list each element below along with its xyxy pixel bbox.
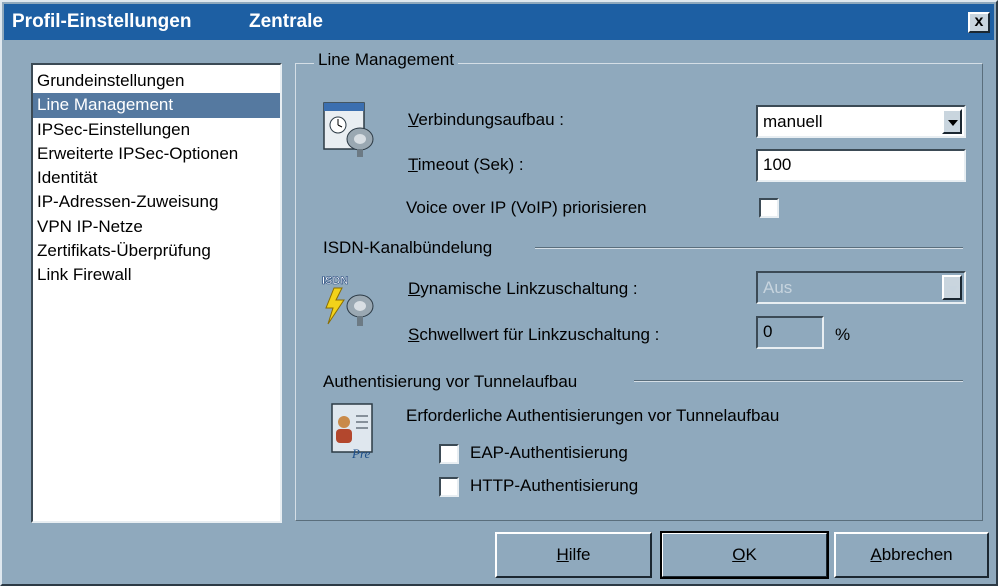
nav-item-line-management[interactable]: Line Management [33,93,280,118]
isdn-icon-text: ISDN [322,275,348,287]
auth-description: Erforderliche Authentisierungen vor Tunn… [406,406,780,425]
nav-item-ipsec-einstellungen[interactable]: IPSec-Einstellungen [33,118,280,142]
voip-checkbox[interactable] [759,198,779,218]
cancel-button[interactable]: Abbrechen [834,532,989,578]
nav-item-vpn-ip-netze[interactable]: VPN IP-Netze [33,215,280,239]
nav-item-erweiterte-ipsec-optionen[interactable]: Erweiterte IPSec-Optionen [33,142,280,166]
connection-settings-icon [320,99,380,159]
dynamic-link-select[interactable]: Aus [756,271,966,304]
threshold-unit: % [835,325,851,344]
chevron-down-icon[interactable] [942,275,962,300]
dialog-title: Profil-Einstellungen [12,11,192,32]
nav-item-grundeinstellungen[interactable]: Grundeinstellungen [33,69,280,93]
isdn-section-title: ISDN-Kanalbündelung [323,238,493,257]
line-management-title: Line Management [314,50,459,70]
settings-category-list[interactable]: Grundeinstellungen Line Management IPSec… [31,63,282,523]
timeout-label: Timeout (Sek) : [408,155,524,174]
isdn-separator [535,247,963,249]
connection-label: Verbindungsaufbau : [408,110,564,129]
dynamic-link-value: Aus [763,278,793,297]
http-auth-label: HTTP-Authentisierung [470,476,639,495]
eap-auth-checkbox[interactable] [439,444,459,464]
dynamic-link-label: Dynamische Linkzuschaltung : [408,279,638,298]
nav-item-ip-adressen-zuweisung[interactable]: IP-Adressen-Zuweisung [33,190,280,214]
pre-auth-icon: Pre [324,402,384,462]
isdn-icon: ISDN [320,270,380,330]
chevron-down-icon[interactable] [942,109,962,134]
threshold-label: Schwellwert für Linkzuschaltung : [408,325,660,344]
title-bar: Profil-Einstellungen Zentrale x [4,4,994,40]
pre-icon-text: Pre [351,446,371,461]
http-auth-checkbox[interactable] [439,477,459,497]
nav-item-zertifikats-ueberpruefung[interactable]: Zertifikats-Überprüfung [33,239,280,263]
eap-auth-label: EAP-Authentisierung [470,443,628,462]
auth-separator [634,380,963,382]
timeout-input[interactable]: 100 [756,149,966,182]
connection-mode-value: manuell [763,112,823,131]
ok-button[interactable]: OK [660,531,829,579]
threshold-input[interactable]: 0 [756,316,824,349]
profile-settings-dialog: Profil-Einstellungen Zentrale x Grundein… [0,0,998,586]
close-button[interactable]: x [968,12,990,33]
close-icon: x [974,13,984,30]
nav-item-identitaet[interactable]: Identität [33,166,280,190]
voip-label: Voice over IP (VoIP) priorisieren [406,198,647,217]
connection-mode-select[interactable]: manuell [756,105,966,138]
profile-name: Zentrale [249,11,323,32]
auth-section-title: Authentisierung vor Tunnelaufbau [323,372,578,391]
help-button[interactable]: Hilfe [495,532,652,578]
nav-item-link-firewall[interactable]: Link Firewall [33,263,280,287]
